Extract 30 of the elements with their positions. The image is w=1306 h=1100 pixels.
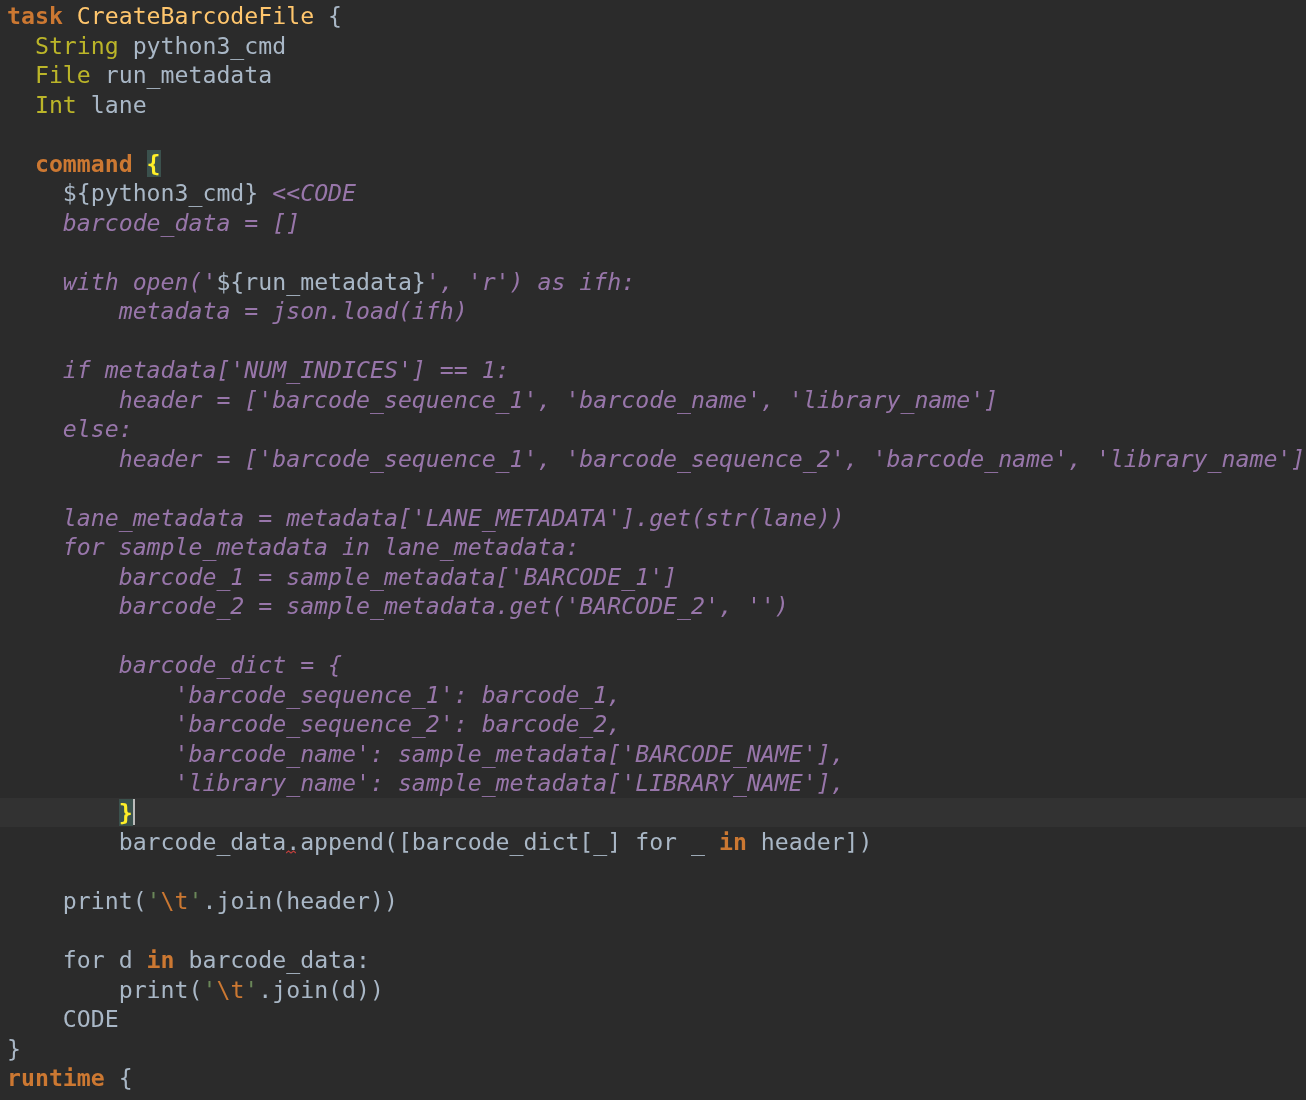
code-line: File run_metadata (33, 60, 273, 90)
code-line: barcode_data = [] (61, 207, 301, 237)
code-line: barcode_2 = sample_metadata.get('BARCODE_2', '') (117, 591, 789, 621)
code-line: ${python3_cmd} <<CODE (61, 178, 356, 208)
code-line: String python3_cmd (33, 30, 287, 60)
code-line: header = ['barcode_sequence_1', 'barcode_name', 'library_name'] (117, 384, 999, 414)
code-line: lane_metadata = metadata['LANE_METADATA'].get(str(lane)) (61, 502, 845, 532)
code-line: barcode_dict = { (117, 650, 343, 680)
code-line: barcode_1 = sample_metadata['BARCODE_1'] (117, 561, 678, 591)
code-line: if metadata['NUM_INDICES'] == 1: (61, 355, 510, 385)
code-line: header = ['barcode_sequence_1', 'barcode_sequence_2', 'barcode_name', 'library_name'] (117, 443, 1306, 473)
code-line: runtime { (7, 1063, 133, 1093)
code-line: command { (33, 148, 161, 178)
code-line: metadata = json.load(ifh) (117, 296, 468, 326)
code-line: with open('${run_metadata}', 'r') as ifh: (61, 266, 636, 296)
code-line: else: (61, 414, 133, 444)
code-line: for sample_metadata in lane_metadata: (61, 532, 580, 562)
code-line: task CreateBarcodeFile { (7, 1, 343, 31)
code-line: for d in barcode_data: (61, 945, 370, 975)
code-line: print('\t'.join(header)) (61, 886, 398, 916)
code-line: 'barcode_sequence_2': barcode_2, (173, 709, 622, 739)
code-line: Int lane (33, 89, 147, 119)
code-line: } (7, 1033, 21, 1063)
code-line: barcode_data.append([barcode_dict[_] for _ in header]) (117, 827, 873, 857)
text-cursor (132, 799, 135, 826)
code-line: CODE (61, 1004, 119, 1034)
code-line: 'barcode_name': sample_metadata['BARCODE_NAME'], (173, 738, 845, 768)
code-line: print('\t'.join(d)) (117, 974, 384, 1004)
code-line: 'barcode_sequence_1': barcode_1, (173, 679, 622, 709)
code-line: 'library_name': sample_metadata['LIBRARY_NAME'], (173, 768, 845, 798)
